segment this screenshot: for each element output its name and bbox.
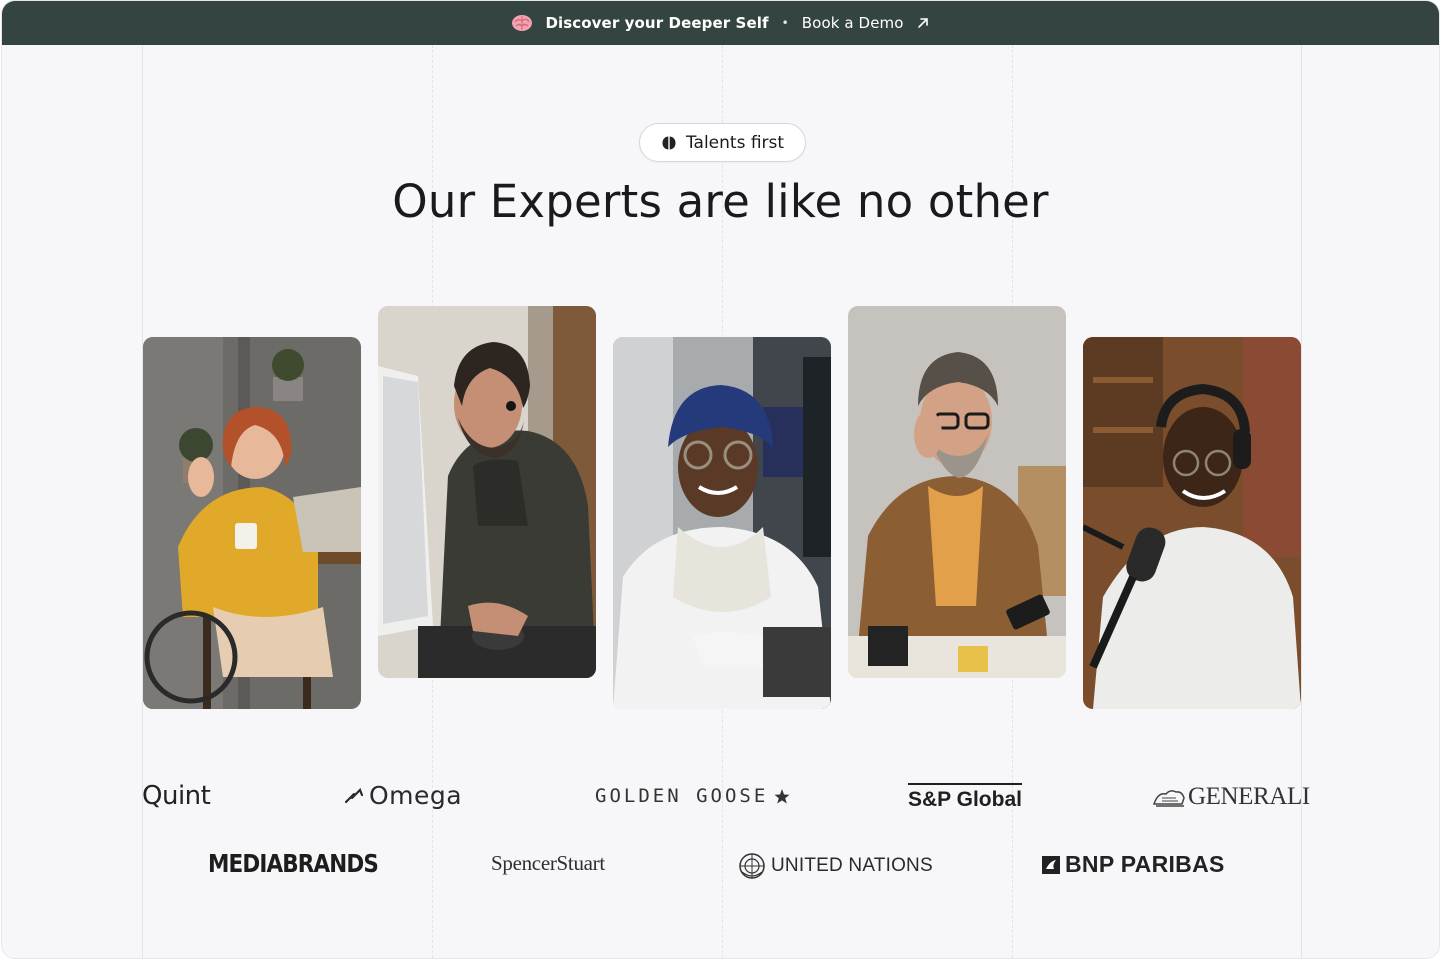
omega-mark-icon (344, 787, 364, 803)
page-frame: Discover your Deeper Self • Book a Demo … (1, 0, 1440, 959)
page-title: Our Experts are like no other (392, 175, 1049, 228)
logo-quint-text: Quint (142, 781, 211, 811)
logo-golden-goose: GOLDEN GOOSE (595, 785, 790, 807)
announcement-bar: Discover your Deeper Self • Book a Demo (2, 1, 1439, 45)
logo-omega-text: Omega (369, 781, 463, 810)
expert-photo-man-headphones-microphone (1083, 337, 1301, 709)
separator-dot: • (781, 16, 789, 30)
logo-united-nations: UNITED NATIONS (738, 852, 933, 880)
un-emblem-icon (739, 853, 765, 879)
arrow-up-right-icon[interactable] (916, 16, 930, 30)
book-demo-link[interactable]: Book a Demo (802, 14, 904, 32)
logo-mediabrands-text: MEDIABRANDS (208, 849, 379, 878)
logo-sp-global-text: S&P Global (908, 788, 1022, 811)
logo-mediabrands: MEDIABRANDS (208, 849, 379, 878)
logo-bnp-paribas: BNP PARIBAS (1042, 851, 1225, 878)
star-icon (774, 789, 790, 804)
logo-united-nations-text: UNITED NATIONS (771, 855, 933, 876)
logo-omega: Omega (343, 781, 462, 810)
logo-generali-text: GENERALI (1188, 783, 1310, 810)
logo-bnp-paribas-text: BNP PARIBAS (1065, 851, 1225, 877)
lion-emblem-icon (1152, 790, 1185, 807)
logo-spencer-stuart: SpencerStuart (491, 851, 605, 876)
logo-quint: Quint (142, 781, 211, 811)
logo-sp-global: S&P Global (908, 783, 1022, 812)
expert-photo-woman-headscarf-glasses (613, 337, 831, 709)
badge-label: Talents first (685, 132, 785, 153)
bnp-square-icon (1042, 855, 1060, 874)
announcement-message: Discover your Deeper Self (545, 14, 769, 32)
leaf-icon (662, 136, 676, 149)
logo-spencer-stuart-text: SpencerStuart (491, 851, 605, 875)
expert-photo-man-earbud-computer (378, 306, 596, 678)
brain-icon (511, 12, 533, 34)
expert-photo-woman-wheelchair-laptop (143, 337, 361, 709)
logo-generali: GENERALI (1152, 783, 1310, 811)
talents-badge: Talents first (639, 123, 806, 162)
logo-golden-goose-text: GOLDEN GOOSE (595, 785, 769, 807)
expert-photo-man-glasses-phone (848, 306, 1066, 678)
